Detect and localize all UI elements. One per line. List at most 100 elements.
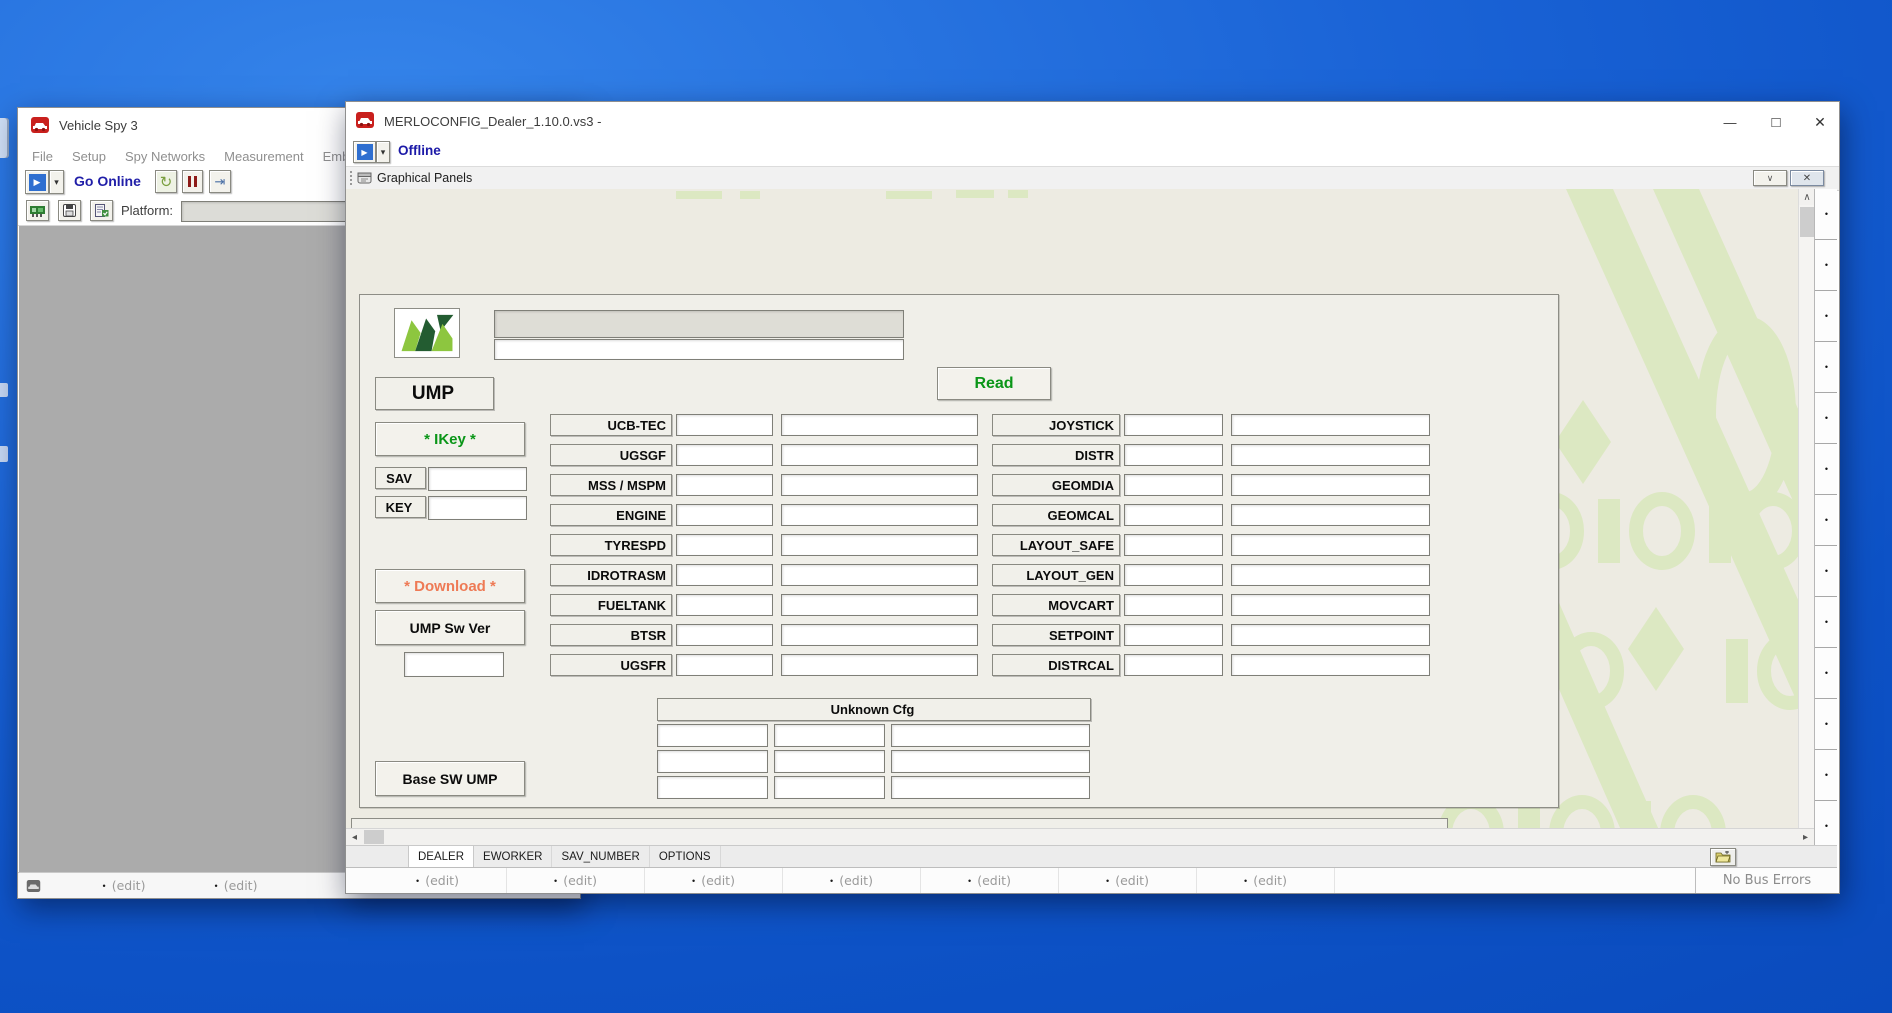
value-field-wide[interactable] [781,654,978,676]
step-button[interactable]: ⇥ [209,170,231,193]
unknown-cfg-cell[interactable] [891,724,1090,747]
menu-item[interactable]: File [32,149,53,164]
ump-sw-ver-field[interactable] [404,652,504,677]
value-field-wide[interactable] [781,414,978,436]
online-dropdown[interactable]: ▾ [376,141,390,163]
value-field-wide[interactable] [781,504,978,526]
close-button[interactable]: ✕ [1802,110,1838,134]
sav-input[interactable] [428,467,527,491]
ump-sw-ver-button[interactable]: UMP Sw Ver [375,610,525,645]
menu-item[interactable]: Measurement [224,149,303,164]
unknown-cfg-cell[interactable] [891,776,1090,799]
minimize-button[interactable]: — [1710,110,1750,134]
scroll-right-button[interactable]: ▸ [1797,829,1814,845]
value-field-wide[interactable] [781,594,978,616]
panel-tab[interactable]: EWORKER [474,846,552,867]
value-field-wide[interactable] [1231,414,1430,436]
value-field[interactable] [676,474,773,496]
value-field-wide[interactable] [1231,534,1430,556]
value-field[interactable] [1124,474,1223,496]
unknown-cfg-cell[interactable] [891,750,1090,773]
value-field[interactable] [1124,414,1223,436]
value-field[interactable] [676,654,773,676]
desktop-icon-fragment[interactable] [0,118,9,158]
panel-tab[interactable]: SAV_NUMBER [552,846,649,867]
unknown-cfg-cell[interactable] [657,776,768,799]
value-field-wide[interactable] [781,624,978,646]
value-field[interactable] [676,624,773,646]
value-field-wide[interactable] [1231,444,1430,466]
desktop-icon-fragment[interactable] [0,383,8,397]
panel-tab[interactable]: OPTIONS [650,846,721,867]
status-edit-cell[interactable]: • (edit) [645,868,783,893]
go-online-dropdown[interactable]: ▾ [49,170,64,194]
unknown-cfg-cell[interactable] [657,750,768,773]
scroll-thumb[interactable] [1800,207,1814,237]
value-field-wide[interactable] [781,444,978,466]
value-field-wide[interactable] [1231,474,1430,496]
scroll-thumb[interactable] [364,830,384,844]
base-sw-ump-button[interactable]: Base SW UMP [375,761,525,796]
value-field[interactable] [676,534,773,556]
merlo-titlebar[interactable]: MERLOCONFIG_Dealer_1.10.0.vs3 - — □ ✕ [346,102,1839,140]
status-edit-cell[interactable]: • (edit) [921,868,1059,893]
panel-collapse-button[interactable]: ∨ [1753,170,1787,186]
status-edit-cell[interactable]: • (edit) [180,873,292,898]
scroll-left-button[interactable]: ◂ [346,829,363,845]
status-edit-cell[interactable]: • (edit) [1059,868,1197,893]
go-online-label[interactable]: Go Online [74,173,141,189]
pause-button[interactable] [182,170,203,193]
value-field-wide[interactable] [1231,624,1430,646]
unknown-cfg-cell[interactable] [774,750,885,773]
value-field-wide[interactable] [781,474,978,496]
grip-handle[interactable] [350,171,355,185]
refresh-button[interactable]: ↻ [155,170,177,193]
status-edit-cell[interactable]: • (edit) [369,868,507,893]
value-field-wide[interactable] [1231,594,1430,616]
status-edit-cell[interactable]: • (edit) [68,873,180,898]
key-input[interactable] [428,496,527,520]
value-field[interactable] [676,444,773,466]
value-field[interactable] [676,564,773,586]
value-field-wide[interactable] [781,564,978,586]
value-field-wide[interactable] [1231,654,1430,676]
value-field[interactable] [1124,504,1223,526]
value-field[interactable] [1124,564,1223,586]
value-field-wide[interactable] [781,534,978,556]
value-field-wide[interactable] [1231,504,1430,526]
save-icon-button[interactable] [58,200,81,221]
status-edit-cell[interactable]: • (edit) [783,868,921,893]
status-edit-cell[interactable]: • (edit) [507,868,645,893]
online-play-button[interactable]: ▶ [353,141,376,163]
status-edit-cell[interactable]: • (edit) [1197,868,1335,893]
desktop-icon-fragment[interactable] [0,446,8,462]
value-field[interactable] [1124,654,1223,676]
panel-tab[interactable]: DEALER [408,845,474,868]
value-field[interactable] [676,504,773,526]
menu-item[interactable]: Setup [72,149,106,164]
unknown-cfg-cell[interactable] [774,724,885,747]
unknown-cfg-cell[interactable] [657,724,768,747]
horizontal-scrollbar[interactable]: ◂ ▸ [346,828,1814,846]
logging-icon-button[interactable] [90,200,113,221]
unknown-cfg-cell[interactable] [774,776,885,799]
value-field[interactable] [1124,534,1223,556]
ump-read-button[interactable]: Read [937,367,1051,400]
value-field[interactable] [676,594,773,616]
menu-item[interactable]: Spy Networks [125,149,205,164]
header-field-top[interactable] [494,310,904,338]
go-online-play-button[interactable]: ▶ [25,170,49,194]
download-button[interactable]: * Download * [375,569,525,603]
value-field[interactable] [1124,444,1223,466]
scroll-up-button[interactable]: ∧ [1799,189,1815,205]
maximize-button[interactable]: □ [1756,110,1796,134]
open-folder-button[interactable] [1710,848,1736,866]
value-field-wide[interactable] [1231,564,1430,586]
value-field[interactable] [1124,624,1223,646]
vertical-scrollbar[interactable]: ∧ [1798,189,1815,846]
panel-close-button[interactable]: ✕ [1790,170,1824,186]
ikey-button[interactable]: * IKey * [375,422,525,456]
value-field[interactable] [1124,594,1223,616]
header-field-bottom[interactable] [494,339,904,360]
value-field[interactable] [676,414,773,436]
